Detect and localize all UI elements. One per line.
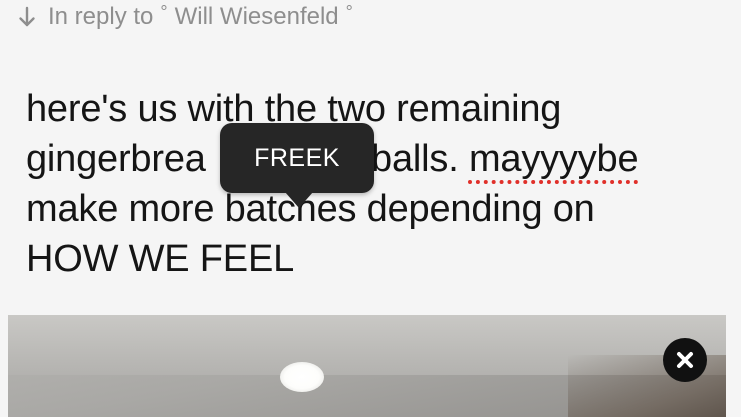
degree-symbol: ° [345,1,353,22]
post-line-3: make more batches depending on [26,188,595,230]
post-text[interactable]: here's us with the two remaining gingerb… [26,84,726,284]
close-button[interactable] [663,338,707,382]
post-line-2: gingerbrea balls. mayyyybe [26,134,726,184]
post-view: In reply to ° Will Wiesenfeld ° here's u… [0,0,741,417]
tooltip-arrow [285,192,313,208]
post-line-2-end: balls. [360,138,469,180]
reply-prefix: In reply to [48,3,154,30]
reply-username[interactable]: Will Wiesenfeld [175,3,339,31]
post-line-2-start: gingerbrea [26,138,206,180]
degree-symbol: ° [160,1,168,22]
post-line-4: HOW WE FEEL [26,238,295,280]
photo-ceiling-light [280,362,324,392]
arrow-down-icon [19,6,35,27]
suggestion-label[interactable]: FREEK [254,144,340,173]
in-reply-to-link[interactable]: In reply to ° Will Wiesenfeld ° [18,2,360,32]
close-icon [677,352,693,368]
post-line-1: here's us with the two remaining [26,88,562,130]
post-photo[interactable] [8,315,726,417]
spellcheck-suggestion-tooltip[interactable]: FREEK [220,123,374,193]
misspelled-word[interactable]: mayyyybe [469,138,639,180]
